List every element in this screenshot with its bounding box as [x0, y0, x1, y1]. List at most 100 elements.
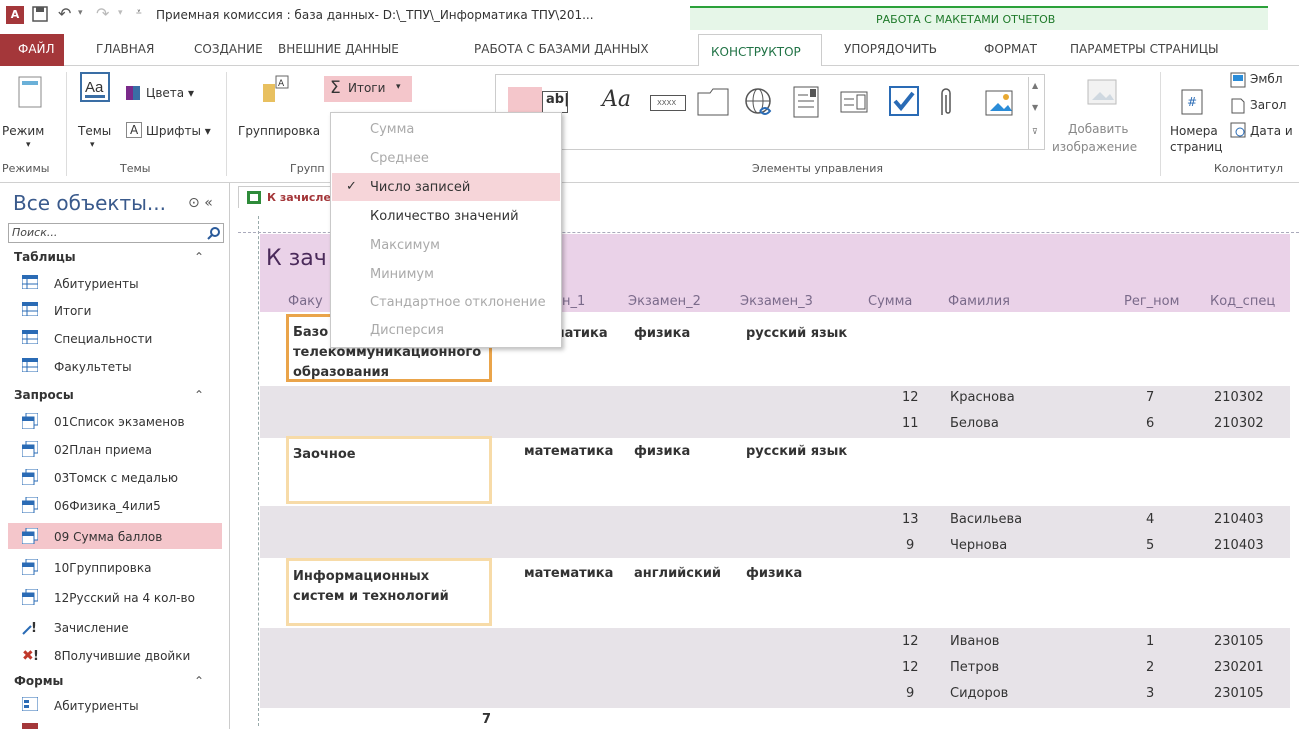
- undo-icon[interactable]: ↶: [58, 4, 71, 23]
- table-row-reg[interactable]: 5: [1146, 538, 1154, 553]
- column-header[interactable]: Фамилия: [948, 294, 1010, 309]
- total-count[interactable]: 7: [482, 712, 491, 727]
- title-icon[interactable]: [1230, 98, 1246, 114]
- heading-label[interactable]: Загол: [1250, 98, 1286, 112]
- table-row-name[interactable]: Белова: [950, 416, 999, 431]
- chevron-down-icon[interactable]: ▾: [78, 8, 83, 18]
- group-faculty-field[interactable]: Заочное: [286, 436, 492, 504]
- table-row-reg[interactable]: 6: [1146, 416, 1154, 431]
- list-item[interactable]: 10Группировка: [8, 554, 222, 580]
- table-row-code[interactable]: 210403: [1214, 512, 1264, 527]
- themes-button-label[interactable]: Темы: [78, 124, 111, 138]
- table-row-sum[interactable]: 13: [902, 512, 919, 527]
- table-row-name[interactable]: Петров: [950, 660, 999, 675]
- tab-file[interactable]: ФАЙЛ: [0, 34, 64, 66]
- table-row-sum[interactable]: 9: [906, 538, 914, 553]
- table-row-reg[interactable]: 2: [1146, 660, 1154, 675]
- list-item[interactable]: 03Томск с медалью: [8, 464, 222, 490]
- chevron-down-icon[interactable]: ▾: [26, 140, 31, 150]
- date-label[interactable]: Дата и: [1250, 124, 1293, 138]
- table-row-name[interactable]: Иванов: [950, 634, 999, 649]
- column-header[interactable]: Факу: [288, 294, 323, 309]
- fonts-icon[interactable]: A: [126, 122, 143, 138]
- colors-icon[interactable]: [126, 86, 140, 100]
- add-image-label-2[interactable]: изображение: [1052, 140, 1137, 154]
- chevron-up-icon[interactable]: ⌃: [194, 250, 204, 264]
- table-row-sum[interactable]: 12: [902, 634, 919, 649]
- tab-control-icon[interactable]: [696, 87, 730, 117]
- table-row-code[interactable]: 210302: [1214, 416, 1264, 431]
- table-row-name[interactable]: Чернова: [950, 538, 1007, 553]
- colors-button[interactable]: Цвета ▾: [146, 86, 194, 100]
- chevron-up-icon[interactable]: ▲: [1032, 81, 1038, 90]
- report-title[interactable]: К зач: [266, 246, 327, 271]
- list-item[interactable]: Факультеты: [8, 353, 222, 379]
- list-item[interactable]: 01Список экзаменов: [8, 408, 222, 434]
- mode-button-label[interactable]: Режим: [2, 124, 44, 138]
- add-image-label[interactable]: Добавить: [1068, 122, 1128, 136]
- table-row-code[interactable]: 230105: [1214, 634, 1264, 649]
- list-item[interactable]: ✖! 8Получившие двойки: [8, 642, 222, 668]
- attachment-icon[interactable]: [936, 85, 956, 121]
- fonts-button[interactable]: Шрифты ▾: [146, 124, 211, 138]
- column-header[interactable]: Сумма: [868, 294, 912, 309]
- gallery-scrollbar[interactable]: ▲ ▼ ⊽: [1028, 77, 1044, 149]
- controls-gallery[interactable]: ab| Aa XXXX ▲ ▼ ⊽: [495, 74, 1045, 150]
- textbox-icon[interactable]: ab|: [542, 91, 569, 113]
- chevron-up-icon[interactable]: ⌃: [194, 388, 204, 402]
- tab-home[interactable]: ГЛАВНАЯ: [96, 42, 154, 56]
- table-row-name[interactable]: Краснова: [950, 390, 1015, 405]
- totals-button[interactable]: Σ Итоги ▾: [324, 76, 412, 102]
- column-header[interactable]: Экзамен_3: [740, 294, 813, 309]
- page-numbers-label-2[interactable]: страниц: [1170, 140, 1222, 154]
- save-icon[interactable]: [32, 6, 48, 22]
- grouping-button-label[interactable]: Группировка: [238, 124, 320, 138]
- tab-page-setup[interactable]: ПАРАМЕТРЫ СТРАНИЦЫ: [1070, 42, 1219, 56]
- section-tables[interactable]: Таблицы ⌃: [14, 250, 204, 264]
- collapse-pane-icon[interactable]: «: [204, 195, 213, 211]
- navigation-control-icon[interactable]: [840, 91, 870, 115]
- tab-arrange[interactable]: УПОРЯДОЧИТЬ: [844, 42, 937, 56]
- column-header[interactable]: Код_спец: [1210, 294, 1275, 309]
- table-row-sum[interactable]: 12: [902, 390, 919, 405]
- list-item[interactable]: Специальности: [8, 325, 222, 351]
- column-header[interactable]: Экзамен_2: [628, 294, 701, 309]
- date-time-icon[interactable]: [1230, 122, 1246, 138]
- table-row-reg[interactable]: 7: [1146, 390, 1154, 405]
- table-row-reg[interactable]: 3: [1146, 686, 1154, 701]
- table-row-name[interactable]: Сидоров: [950, 686, 1008, 701]
- view-mode-icon[interactable]: [18, 76, 44, 110]
- page-numbers-icon[interactable]: #: [1180, 88, 1206, 116]
- table-row-sum[interactable]: 9: [906, 686, 914, 701]
- list-item[interactable]: 02План приема: [8, 436, 222, 462]
- logo-emblem-icon[interactable]: [1230, 72, 1246, 88]
- table-row-code[interactable]: 230105: [1214, 686, 1264, 701]
- insert-image-control-icon[interactable]: [984, 87, 1018, 121]
- tab-format[interactable]: ФОРМАТ: [984, 42, 1037, 56]
- chevron-down-icon[interactable]: ▾: [90, 140, 95, 150]
- list-item[interactable]: 12Русский на 4 кол-во: [8, 584, 222, 610]
- add-image-icon[interactable]: [1086, 78, 1120, 108]
- page-numbers-label[interactable]: Номера: [1170, 124, 1218, 138]
- table-row-code[interactable]: 210403: [1214, 538, 1264, 553]
- tab-create[interactable]: СОЗДАНИЕ: [194, 42, 263, 56]
- document-tab[interactable]: К зачисле: [238, 186, 334, 208]
- grouping-icon[interactable]: A: [262, 74, 290, 104]
- table-row-code[interactable]: 230201: [1214, 660, 1264, 675]
- list-item[interactable]: 06Физика_4или5: [8, 492, 222, 518]
- nav-title[interactable]: Все объекты...: [13, 191, 166, 215]
- list-item[interactable]: Абитуриенты: [8, 692, 222, 718]
- chevron-down-icon[interactable]: ▼: [1032, 103, 1038, 112]
- search-icon[interactable]: [207, 226, 221, 240]
- menu-item-count-records[interactable]: ✓ Число записей: [332, 173, 560, 201]
- label-icon[interactable]: Aa: [602, 87, 631, 112]
- list-item[interactable]: Итоги: [8, 297, 222, 323]
- web-browser-control-icon[interactable]: [792, 85, 822, 121]
- tab-design[interactable]: КОНСТРУКТОР: [698, 34, 822, 67]
- section-queries[interactable]: Запросы ⌃: [14, 388, 204, 402]
- tab-external-data[interactable]: ВНЕШНИЕ ДАННЫЕ: [278, 42, 399, 56]
- search-input[interactable]: Поиск...: [8, 223, 224, 243]
- group-faculty-field[interactable]: Информационных систем и технологий: [286, 558, 492, 626]
- button-control-icon[interactable]: XXXX: [650, 95, 686, 111]
- quick-access-customize-icon[interactable]: ⩡: [136, 7, 142, 18]
